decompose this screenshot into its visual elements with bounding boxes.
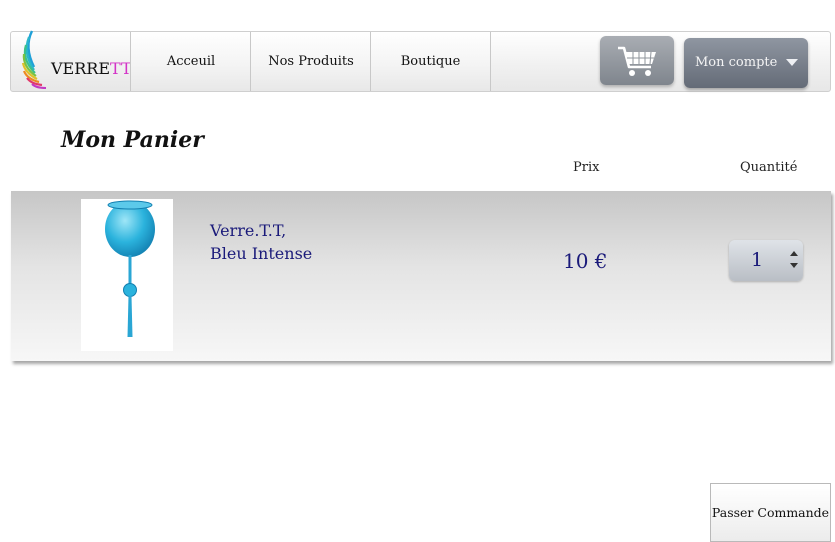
top-navbar: VERRETT Acceuil Nos Produits Boutique Mo… [10, 30, 831, 92]
logo[interactable]: VERRETT [18, 30, 132, 91]
logo-text: VERRETT [51, 59, 132, 78]
quantity-value: 1 [751, 249, 764, 271]
cart-button[interactable] [600, 36, 674, 85]
account-dropdown[interactable]: Mon compte [684, 38, 808, 88]
nav-item-label: Acceuil [166, 54, 216, 69]
nav-item-label: Boutique [400, 54, 461, 69]
cart-item-row: Verre.T.T, Bleu Intense 10 € 1 [11, 191, 831, 361]
page-title: Mon Panier [61, 127, 204, 153]
column-header-quantity: Quantité [740, 160, 798, 175]
account-label: Mon compte [695, 55, 778, 70]
product-price: 10 € [563, 249, 608, 273]
nav-item-nos-produits[interactable]: Nos Produits [250, 32, 371, 91]
decrement-arrow-icon[interactable] [790, 263, 798, 268]
product-name[interactable]: Verre.T.T, Bleu Intense [210, 219, 430, 265]
product-image[interactable] [81, 199, 173, 351]
wine-glass-icon [105, 200, 155, 337]
cart-icon [618, 46, 656, 76]
increment-arrow-icon[interactable] [790, 251, 798, 256]
nav-item-label: Nos Produits [268, 54, 354, 69]
place-order-button[interactable]: Passer Commande [710, 483, 831, 542]
nav-item-acceuil[interactable]: Acceuil [130, 32, 251, 91]
place-order-label: Passer Commande [711, 505, 830, 520]
column-header-price: Prix [573, 160, 600, 175]
quantity-stepper[interactable]: 1 [729, 240, 803, 281]
caret-down-icon [786, 59, 798, 66]
nav-item-boutique[interactable]: Boutique [370, 32, 491, 91]
